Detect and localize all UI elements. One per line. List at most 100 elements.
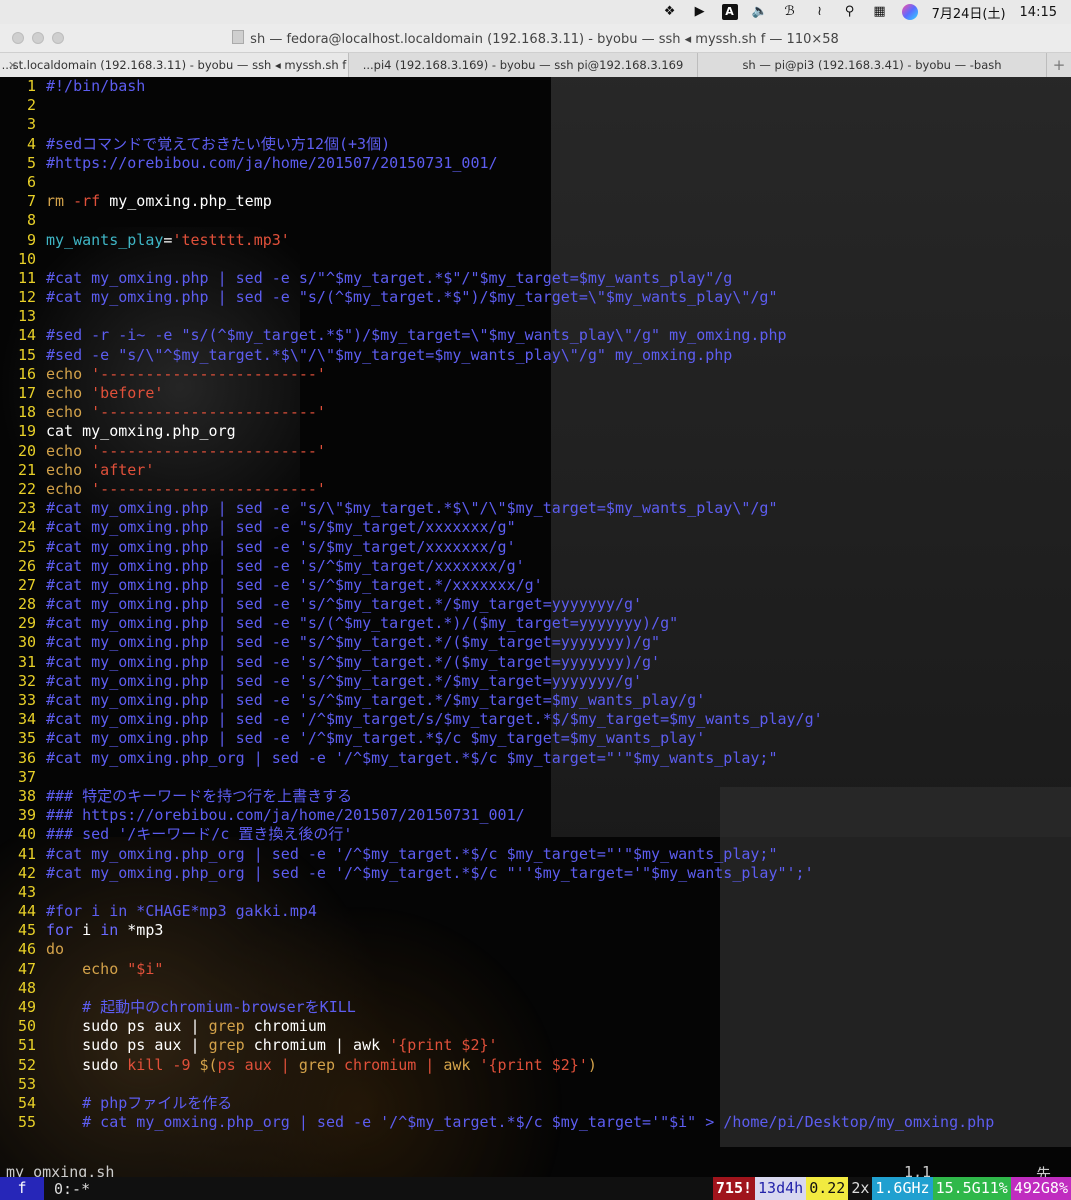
- code-token: ): [587, 1055, 597, 1074]
- close-window-button[interactable]: [12, 32, 24, 44]
- code-line[interactable]: 22 echo '------------------------': [0, 480, 1071, 499]
- line-number: 54: [17, 1093, 36, 1112]
- line-number: 34: [17, 710, 36, 729]
- volume-icon[interactable]: 🔈: [751, 4, 767, 20]
- code-line[interactable]: 5 #https://orebibou.com/ja/home/201507/20…: [0, 154, 1071, 173]
- code-line[interactable]: 13: [0, 307, 1071, 326]
- code-line[interactable]: 30 #cat my_omxing.php | sed -e "s/^$my_ta…: [0, 633, 1071, 652]
- code-line[interactable]: 20 echo '------------------------': [0, 442, 1071, 461]
- code-line[interactable]: 23 #cat my_omxing.php | sed -e "s/\"$my_t…: [0, 499, 1071, 518]
- code-line[interactable]: 31 #cat my_omxing.php | sed -e 's/^$my_ta…: [0, 653, 1071, 672]
- code-line[interactable]: 8: [0, 211, 1071, 230]
- code-line[interactable]: 24 #cat my_omxing.php | sed -e "s/$my_tar…: [0, 518, 1071, 537]
- updates-available: 715!: [712, 1177, 756, 1200]
- code-line[interactable]: 3: [0, 115, 1071, 134]
- line-text: [46, 173, 1071, 192]
- code-line[interactable]: 6: [0, 173, 1071, 192]
- tab-pi3[interactable]: sh — pi@pi3 (192.168.3.41) - byobu — -ba…: [698, 53, 1047, 77]
- wifi-icon[interactable]: ≀: [812, 4, 828, 20]
- code-line[interactable]: 45 for i in *mp3: [0, 921, 1071, 940]
- uptime: 13d4h: [755, 1177, 807, 1200]
- byobu-window-list[interactable]: 0:-*: [54, 1180, 90, 1198]
- code-line[interactable]: 37: [0, 768, 1071, 787]
- line-text: sudo ps aux | grep chromium: [46, 1017, 1071, 1036]
- zoom-window-button[interactable]: [52, 32, 64, 44]
- code-line[interactable]: 10: [0, 250, 1071, 269]
- code-line[interactable]: 32 #cat my_omxing.php | sed -e 's/^$my_ta…: [0, 672, 1071, 691]
- code-line[interactable]: 12 #cat my_omxing.php | sed -e "s/(^$my_t…: [0, 288, 1071, 307]
- code-line[interactable]: 40 ### sed '/キーワード/c 置き換え後の行': [0, 825, 1071, 844]
- window-titlebar[interactable]: sh — fedora@localhost.localdomain (192.1…: [0, 24, 1071, 53]
- code-line[interactable]: 52 sudo kill -9 $(ps aux | grep chromium…: [0, 1056, 1071, 1075]
- code-line[interactable]: 2: [0, 96, 1071, 115]
- menubar-time[interactable]: 14:15: [1020, 5, 1057, 20]
- code-token: sudo ps aux |: [46, 1036, 209, 1055]
- close-tab-icon[interactable]: ✕: [8, 59, 17, 72]
- line-text: my_wants_play='testttt.mp3': [46, 231, 1071, 250]
- code-line[interactable]: 51 sudo ps aux | grep chromium | awk '{p…: [0, 1036, 1071, 1055]
- code-line[interactable]: 19 cat my_omxing.php_org: [0, 422, 1071, 441]
- code-line[interactable]: 11 #cat my_omxing.php | sed -e s/"^$my_ta…: [0, 269, 1071, 288]
- code-line[interactable]: 47 echo "$i": [0, 960, 1071, 979]
- code-line[interactable]: 54 # phpファイルを作る: [0, 1094, 1071, 1113]
- code-line[interactable]: 55 # cat my_omxing.php_org | sed -e '/^$…: [0, 1113, 1071, 1132]
- code-line[interactable]: 16 echo '------------------------': [0, 365, 1071, 384]
- line-text: #cat my_omxing.php | sed -e "s/(^$my_tar…: [46, 614, 1071, 633]
- menubar-date[interactable]: 7月24日(土): [932, 3, 1006, 22]
- code-line[interactable]: 28 #cat my_omxing.php | sed -e 's/^$my_ta…: [0, 595, 1071, 614]
- code-line[interactable]: 43: [0, 883, 1071, 902]
- editor-code[interactable]: 1 #!/bin/bash 2 3 4 #sedコマンドで覚えておきたい使い方12個(+3…: [0, 77, 1071, 1132]
- dropbox-icon[interactable]: ❖: [662, 4, 678, 20]
- code-token: $(: [199, 1055, 218, 1074]
- tab-fedora[interactable]: ✕ ...st.localdomain (192.168.3.11) - byob…: [0, 53, 349, 77]
- code-line[interactable]: 33 #cat my_omxing.php | sed -e 's/^$my_ta…: [0, 691, 1071, 710]
- siri-icon[interactable]: [901, 4, 918, 20]
- play-icon[interactable]: ▶: [692, 4, 708, 20]
- minimize-window-button[interactable]: [32, 32, 44, 44]
- code-line[interactable]: 34 #cat my_omxing.php | sed -e '/^$my_tar…: [0, 710, 1071, 729]
- code-line[interactable]: 48: [0, 979, 1071, 998]
- search-icon[interactable]: ⚲: [842, 4, 858, 20]
- code-line[interactable]: 29 #cat my_omxing.php | sed -e "s/(^$my_t…: [0, 614, 1071, 633]
- code-line[interactable]: 53: [0, 1075, 1071, 1094]
- code-line[interactable]: 39 ### https://orebibou.com/ja/home/20150…: [0, 806, 1071, 825]
- vim-scroll-percent: 先: [1036, 1165, 1052, 1177]
- code-line[interactable]: 17 echo 'before': [0, 384, 1071, 403]
- code-line[interactable]: 46 do: [0, 940, 1071, 959]
- control-center-icon[interactable]: ▦: [872, 4, 888, 20]
- line-text: echo 'before': [46, 384, 1071, 403]
- code-line[interactable]: 38 ### 特定のキーワードを持つ行を上書きする: [0, 787, 1071, 806]
- code-line[interactable]: 15 #sed -e "s/\"^$my_target.*$\"/\"$my_ta…: [0, 346, 1071, 365]
- code-line[interactable]: 18 echo '------------------------': [0, 403, 1071, 422]
- line-text: #cat my_omxing.php | sed -e "s/\"$my_tar…: [46, 499, 1071, 518]
- code-line[interactable]: 49 # 起動中のchromium-browserをKILL: [0, 998, 1071, 1017]
- code-token: #cat my_omxing.php | sed -e 's/^$my_targ…: [46, 595, 643, 614]
- tab-pi4[interactable]: ...pi4 (192.168.3.169) - byobu — ssh pi@…: [349, 53, 698, 77]
- code-line[interactable]: 25 #cat my_omxing.php | sed -e 's/$my_tar…: [0, 538, 1071, 557]
- code-line[interactable]: 26 #cat my_omxing.php | sed -e 's/^$my_ta…: [0, 557, 1071, 576]
- code-line[interactable]: 35 #cat my_omxing.php | sed -e '/^$my_tar…: [0, 729, 1071, 748]
- code-line[interactable]: 1 #!/bin/bash: [0, 77, 1071, 96]
- code-line[interactable]: 42 #cat my_omxing.php_org | sed -e '/^$my…: [0, 864, 1071, 883]
- line-number: 21: [17, 460, 36, 479]
- input-mode-icon[interactable]: A: [721, 4, 738, 20]
- code-line[interactable]: 14 #sed -r -i~ -e "s/(^$my_target.*$")/$m…: [0, 326, 1071, 345]
- code-line[interactable]: 41 #cat my_omxing.php_org | sed -e '/^$my…: [0, 845, 1071, 864]
- terminal-content[interactable]: 1 #!/bin/bash 2 3 4 #sedコマンドで覚えておきたい使い方12個(+3…: [0, 77, 1071, 1177]
- code-line[interactable]: 50 sudo ps aux | grep chromium: [0, 1017, 1071, 1036]
- new-tab-button[interactable]: +: [1047, 53, 1071, 77]
- code-line[interactable]: 27 #cat my_omxing.php | sed -e 's/^$my_ta…: [0, 576, 1071, 595]
- line-number: 46: [17, 940, 36, 959]
- code-token: #cat my_omxing.php | sed -e 's/$my_targe…: [46, 537, 516, 556]
- byobu-session[interactable]: f: [0, 1177, 44, 1200]
- line-text: # 起動中のchromium-browserをKILL: [46, 998, 1071, 1017]
- code-line[interactable]: 44 #for i in *CHAGE*mp3 gakki.mp4: [0, 902, 1071, 921]
- code-line[interactable]: 4 #sedコマンドで覚えておきたい使い方12個(+3個): [0, 135, 1071, 154]
- memory-usage: 15.5G11%: [932, 1177, 1011, 1200]
- code-line[interactable]: 21 echo 'after': [0, 461, 1071, 480]
- line-number: 27: [17, 575, 36, 594]
- code-line[interactable]: 7 rm -rf my_omxing.php_temp: [0, 192, 1071, 211]
- bluetooth-icon[interactable]: ℬ: [782, 4, 798, 20]
- code-line[interactable]: 36 #cat my_omxing.php_org | sed -e '/^$my…: [0, 749, 1071, 768]
- code-line[interactable]: 9 my_wants_play='testttt.mp3': [0, 231, 1071, 250]
